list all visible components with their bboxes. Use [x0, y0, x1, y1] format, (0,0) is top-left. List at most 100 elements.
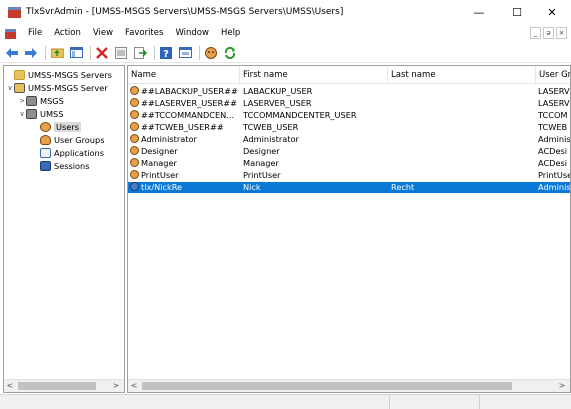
- table-row[interactable]: ##LASERVER_USER## LASERVER_USER LASERV: [128, 98, 570, 109]
- tree-item-msgs[interactable]: > MSGS: [18, 95, 64, 107]
- tree-item-label: User Groups: [54, 135, 105, 145]
- user-icon[interactable]: [203, 45, 219, 61]
- table-row[interactable]: Designer Designer ACDesi: [128, 146, 570, 157]
- menu-favorites[interactable]: Favorites: [119, 24, 169, 43]
- mdi-minimize-button[interactable]: _: [530, 27, 541, 39]
- expand-chevron-icon[interactable]: ∨: [6, 84, 14, 92]
- forward-arrow-icon[interactable]: [23, 45, 39, 61]
- menu-window[interactable]: Window: [169, 24, 215, 43]
- cell-user-group: TCCOM: [538, 110, 568, 120]
- mdi-controls: _ ə ×: [530, 27, 567, 39]
- mdi-close-button[interactable]: ×: [556, 27, 567, 39]
- applications-icon: [40, 148, 51, 158]
- toolbar-separator: [154, 45, 155, 60]
- cell-name: ##LABACKUP_USER##: [130, 86, 240, 97]
- collapse-chevron-icon[interactable]: >: [18, 97, 26, 105]
- menu-file[interactable]: File: [22, 24, 48, 43]
- properties-icon[interactable]: [113, 45, 129, 61]
- title-bar: TlxSvrAdmin - [UMSS-MSGS Servers\UMSS-MS…: [0, 0, 571, 24]
- cell-first-name: Nick: [243, 182, 261, 192]
- expand-chevron-icon[interactable]: ∨: [18, 110, 26, 118]
- minimize-button[interactable]: —: [460, 0, 498, 24]
- cell-user-group: Adminis: [538, 134, 571, 144]
- cell-last-name: [391, 110, 536, 121]
- tree-item-server[interactable]: ∨ UMSS-MSGS Server: [6, 82, 108, 94]
- scroll-thumb[interactable]: [18, 382, 96, 390]
- table-row[interactable]: Manager Manager ACDesi: [128, 158, 570, 169]
- menu-action[interactable]: Action: [48, 24, 87, 43]
- refresh-icon[interactable]: [222, 45, 238, 61]
- cell-name: PrintUser: [130, 170, 240, 181]
- user-icon: [40, 122, 51, 132]
- tree-item-umss[interactable]: ∨ UMSS: [18, 108, 63, 120]
- cell-name: Designer: [130, 146, 240, 157]
- app-icon: [8, 6, 21, 18]
- list-horizontal-scrollbar[interactable]: < >: [128, 379, 570, 392]
- status-segment: [480, 395, 571, 409]
- document-icon[interactable]: [5, 28, 16, 39]
- user-icon: [130, 98, 139, 107]
- cell-first-name: Designer: [243, 146, 280, 156]
- cell-user-group: PrintUse: [538, 170, 571, 180]
- tree-horizontal-scrollbar[interactable]: < >: [4, 379, 124, 392]
- scroll-right-arrow[interactable]: >: [556, 380, 568, 392]
- cell-first-name: Administrator: [243, 134, 299, 144]
- tree-pane[interactable]: UMSS-MSGS Servers ∨ UMSS-MSGS Server > M…: [3, 65, 125, 393]
- cell-last-name: [391, 146, 536, 157]
- cell-last-name: [391, 134, 536, 145]
- cell-first-name: Manager: [243, 158, 279, 168]
- user-list-pane[interactable]: Name First name Last name User Gro ##LAB…: [127, 65, 571, 393]
- status-bar: [0, 394, 571, 409]
- delete-icon[interactable]: [94, 45, 110, 61]
- table-row-selected[interactable]: tlx/NickRe Nick Recht Adminis: [128, 182, 570, 193]
- back-arrow-icon[interactable]: [4, 45, 20, 61]
- tree-item-sessions[interactable]: Sessions: [32, 160, 90, 172]
- maximize-button[interactable]: ☐: [498, 0, 536, 24]
- console-icon[interactable]: [177, 45, 193, 61]
- export-icon[interactable]: [132, 45, 148, 61]
- tree-item-label: MSGS: [40, 96, 64, 106]
- table-row[interactable]: ##TCWEB_USER## TCWEB_USER TCWEB: [128, 122, 570, 133]
- user-group-icon: [40, 135, 51, 145]
- menu-help[interactable]: Help: [215, 24, 246, 43]
- table-row[interactable]: ##LABACKUP_USER## LABACKUP_USER LASERV: [128, 86, 570, 97]
- cell-user-group: ACDesi: [538, 146, 568, 156]
- column-header-last-name[interactable]: Last name: [388, 66, 536, 84]
- tree-item-label: UMSS-MSGS Servers: [28, 70, 112, 80]
- folder-icon: [14, 70, 25, 80]
- group-icon: [26, 96, 37, 106]
- column-header-user-group[interactable]: User Gro: [536, 66, 570, 84]
- scroll-thumb[interactable]: [142, 382, 512, 390]
- column-header-name[interactable]: Name: [128, 66, 240, 84]
- cell-last-name: Recht: [391, 182, 415, 192]
- up-folder-icon[interactable]: [49, 45, 65, 61]
- help-icon[interactable]: ?: [158, 45, 174, 61]
- tree-item-users[interactable]: Users: [32, 121, 81, 133]
- cell-name: ##TCCOMMANDCEN...: [130, 110, 240, 121]
- toolbar-separator: [45, 45, 46, 60]
- tree-item-label: Users: [54, 122, 81, 132]
- user-icon: [130, 122, 139, 131]
- table-row[interactable]: Administrator Administrator Adminis: [128, 134, 571, 145]
- toolbar: ?: [0, 43, 571, 63]
- toolbar-separator: [199, 45, 200, 60]
- tree-item-label: UMSS-MSGS Server: [28, 83, 108, 93]
- user-icon: [130, 182, 139, 191]
- tree-item-user-groups[interactable]: User Groups: [32, 134, 104, 146]
- scroll-left-arrow[interactable]: <: [4, 380, 16, 392]
- cell-first-name: TCCOMMANDCENTER_USER: [243, 110, 357, 120]
- cell-first-name: PrintUser: [243, 170, 281, 180]
- close-button[interactable]: ✕: [533, 0, 571, 24]
- table-row[interactable]: PrintUser PrintUser PrintUse: [128, 170, 571, 181]
- server-icon: [14, 83, 25, 93]
- menu-view[interactable]: View: [87, 24, 119, 43]
- tree-item-applications[interactable]: Applications: [32, 147, 104, 159]
- scroll-right-arrow[interactable]: >: [110, 380, 122, 392]
- show-tree-icon[interactable]: [68, 45, 84, 61]
- column-header-first-name[interactable]: First name: [240, 66, 388, 84]
- scroll-left-arrow[interactable]: <: [128, 380, 140, 392]
- tree-item-root[interactable]: UMSS-MSGS Servers: [6, 69, 112, 81]
- mdi-restore-button[interactable]: ə: [543, 27, 554, 39]
- cell-last-name: [391, 158, 536, 169]
- table-row[interactable]: ##TCCOMMANDCEN... TCCOMMANDCENTER_USER T…: [128, 110, 570, 121]
